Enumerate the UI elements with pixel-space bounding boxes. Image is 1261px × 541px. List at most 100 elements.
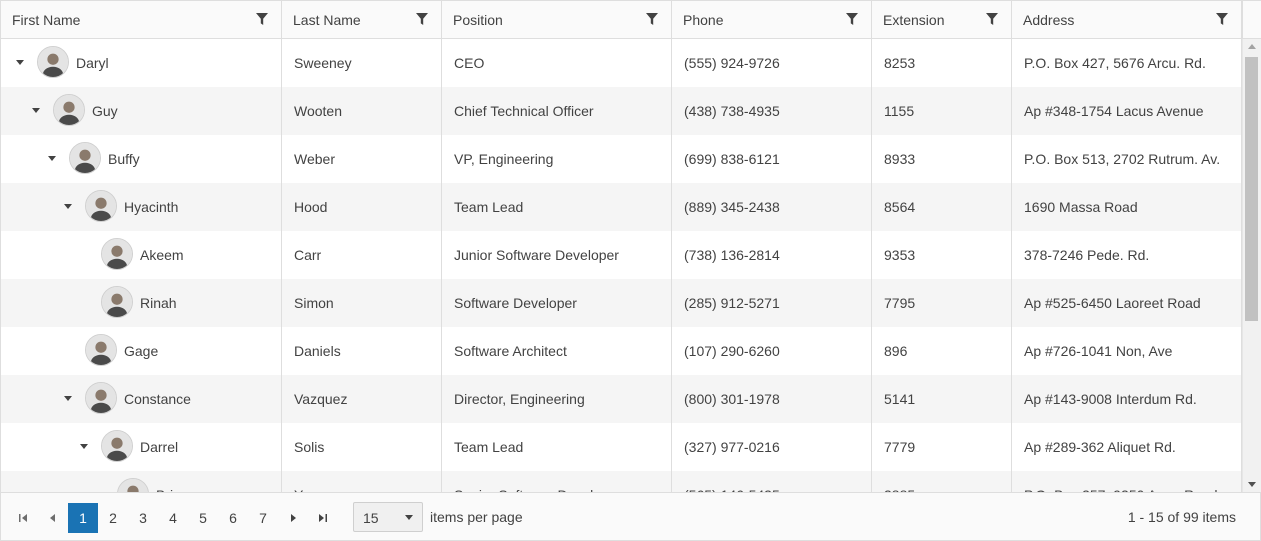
collapse-caret-icon[interactable] <box>13 55 27 69</box>
column-header[interactable]: First Name <box>1 1 282 38</box>
position-cell[interactable]: CEO <box>442 39 672 87</box>
column-header[interactable]: Position <box>442 1 672 38</box>
last-page-button[interactable] <box>308 503 338 533</box>
collapse-caret-icon[interactable] <box>61 199 75 213</box>
last-cell[interactable]: Solis <box>282 423 442 471</box>
first-name-cell[interactable]: Hyacinth <box>1 183 282 231</box>
last-cell[interactable]: Simon <box>282 279 442 327</box>
collapse-caret-icon[interactable] <box>29 103 43 117</box>
table-row[interactable]: Daryl Sweeney CEO (555) 924-9726 8253 P.O. Bo… <box>1 39 1242 87</box>
position-cell[interactable]: Chief Technical Officer <box>442 87 672 135</box>
address-cell[interactable]: 378-7246 Pede. Rd. <box>1012 231 1242 279</box>
ext-cell[interactable]: 3885 <box>872 471 1012 492</box>
position-cell[interactable]: Software Developer <box>442 279 672 327</box>
table-row[interactable]: Guy Wooten Chief Technical Officer (438) 73… <box>1 87 1242 135</box>
ext-cell[interactable]: 8564 <box>872 183 1012 231</box>
table-row[interactable]: BrianYangSenior Software Developer(565) … <box>1 471 1242 492</box>
address-cell[interactable]: Ap #143-9008 Interdum Rd. <box>1012 375 1242 423</box>
ext-cell[interactable]: 5141 <box>872 375 1012 423</box>
phone-cell[interactable]: (699) 838-6121 <box>672 135 872 183</box>
phone-cell[interactable]: (565) 146-5435 <box>672 471 872 492</box>
scrollbar-thumb[interactable] <box>1245 57 1258 321</box>
column-header[interactable]: Phone <box>672 1 872 38</box>
column-header[interactable]: Extension <box>872 1 1012 38</box>
table-row[interactable]: Gage Daniels Software Architect (107) 290-6… <box>1 327 1242 375</box>
table-row[interactable]: Buffy Weber VP, Engineering (699) 838-6121 8… <box>1 135 1242 183</box>
table-row[interactable]: Darrel Solis Team Lead (327) 977-0216 7779 Ap… <box>1 423 1242 471</box>
first-name-cell[interactable]: Rinah <box>1 279 282 327</box>
filter-icon[interactable] <box>1215 12 1229 26</box>
first-name-cell[interactable]: Brian <box>1 471 282 492</box>
position-cell[interactable]: Director, Engineering <box>442 375 672 423</box>
filter-icon[interactable] <box>845 12 859 26</box>
last-cell[interactable]: Weber <box>282 135 442 183</box>
phone-cell[interactable]: (107) 290-6260 <box>672 327 872 375</box>
collapse-caret-icon[interactable] <box>77 439 91 453</box>
page-number-button[interactable]: 1 <box>68 503 98 533</box>
address-cell[interactable]: P.O. Box 513, 2702 Rutrum. Av. <box>1012 135 1242 183</box>
phone-cell[interactable]: (285) 912-5271 <box>672 279 872 327</box>
position-cell[interactable]: Senior Software Developer <box>442 471 672 492</box>
address-cell[interactable]: Ap #525-6450 Laoreet Road <box>1012 279 1242 327</box>
last-cell[interactable]: Hood <box>282 183 442 231</box>
first-name-cell[interactable]: Daryl <box>1 39 282 87</box>
ext-cell[interactable]: 7779 <box>872 423 1012 471</box>
page-number-button[interactable]: 7 <box>248 503 278 533</box>
last-cell[interactable]: Wooten <box>282 87 442 135</box>
table-row[interactable]: Hyacinth Hood Team Lead (889) 345-2438 8564 1… <box>1 183 1242 231</box>
ext-cell[interactable]: 1155 <box>872 87 1012 135</box>
page-number-button[interactable]: 5 <box>188 503 218 533</box>
position-cell[interactable]: Team Lead <box>442 183 672 231</box>
position-cell[interactable]: VP, Engineering <box>442 135 672 183</box>
first-name-cell[interactable]: Buffy <box>1 135 282 183</box>
phone-cell[interactable]: (555) 924-9726 <box>672 39 872 87</box>
table-row[interactable]: Constance Vazquez Director, Engineering (80… <box>1 375 1242 423</box>
last-cell[interactable]: Yang <box>282 471 442 492</box>
position-cell[interactable]: Software Architect <box>442 327 672 375</box>
address-cell[interactable]: 1690 Massa Road <box>1012 183 1242 231</box>
address-cell[interactable]: Ap #289-362 Aliquet Rd. <box>1012 423 1242 471</box>
first-name-cell[interactable]: Darrel <box>1 423 282 471</box>
first-name-cell[interactable]: Akeem <box>1 231 282 279</box>
address-cell[interactable]: P.O. Box 357, 9250 Arcu. Road <box>1012 471 1242 492</box>
phone-cell[interactable]: (889) 345-2438 <box>672 183 872 231</box>
collapse-caret-icon[interactable] <box>45 151 59 165</box>
last-cell[interactable]: Vazquez <box>282 375 442 423</box>
page-size-dropdown[interactable]: 15 <box>353 502 423 532</box>
collapse-caret-icon[interactable] <box>61 391 75 405</box>
filter-icon[interactable] <box>255 12 269 26</box>
last-cell[interactable]: Carr <box>282 231 442 279</box>
phone-cell[interactable]: (327) 977-0216 <box>672 423 872 471</box>
first-name-cell[interactable]: Constance <box>1 375 282 423</box>
scroll-up-arrow-icon[interactable] <box>1248 44 1256 49</box>
page-number-button[interactable]: 2 <box>98 503 128 533</box>
phone-cell[interactable]: (738) 136-2814 <box>672 231 872 279</box>
page-number-button[interactable]: 3 <box>128 503 158 533</box>
address-cell[interactable]: Ap #726-1041 Non, Ave <box>1012 327 1242 375</box>
position-cell[interactable]: Team Lead <box>442 423 672 471</box>
first-page-button[interactable] <box>8 503 38 533</box>
ext-cell[interactable]: 7795 <box>872 279 1012 327</box>
filter-icon[interactable] <box>415 12 429 26</box>
page-number-button[interactable]: 6 <box>218 503 248 533</box>
column-header[interactable]: Last Name <box>282 1 442 38</box>
phone-cell[interactable]: (800) 301-1978 <box>672 375 872 423</box>
vertical-scrollbar[interactable] <box>1242 39 1261 492</box>
column-header[interactable]: Address <box>1012 1 1242 38</box>
last-cell[interactable]: Sweeney <box>282 39 442 87</box>
ext-cell[interactable]: 8253 <box>872 39 1012 87</box>
ext-cell[interactable]: 8933 <box>872 135 1012 183</box>
scroll-down-arrow-icon[interactable] <box>1248 482 1256 487</box>
first-name-cell[interactable]: Gage <box>1 327 282 375</box>
address-cell[interactable]: Ap #348-1754 Lacus Avenue <box>1012 87 1242 135</box>
filter-icon[interactable] <box>645 12 659 26</box>
next-page-button[interactable] <box>278 503 308 533</box>
page-number-button[interactable]: 4 <box>158 503 188 533</box>
address-cell[interactable]: P.O. Box 427, 5676 Arcu. Rd. <box>1012 39 1242 87</box>
position-cell[interactable]: Junior Software Developer <box>442 231 672 279</box>
table-row[interactable]: Akeem Carr Junior Software Developer (738) … <box>1 231 1242 279</box>
ext-cell[interactable]: 896 <box>872 327 1012 375</box>
first-name-cell[interactable]: Guy <box>1 87 282 135</box>
previous-page-button[interactable] <box>38 503 68 533</box>
ext-cell[interactable]: 9353 <box>872 231 1012 279</box>
